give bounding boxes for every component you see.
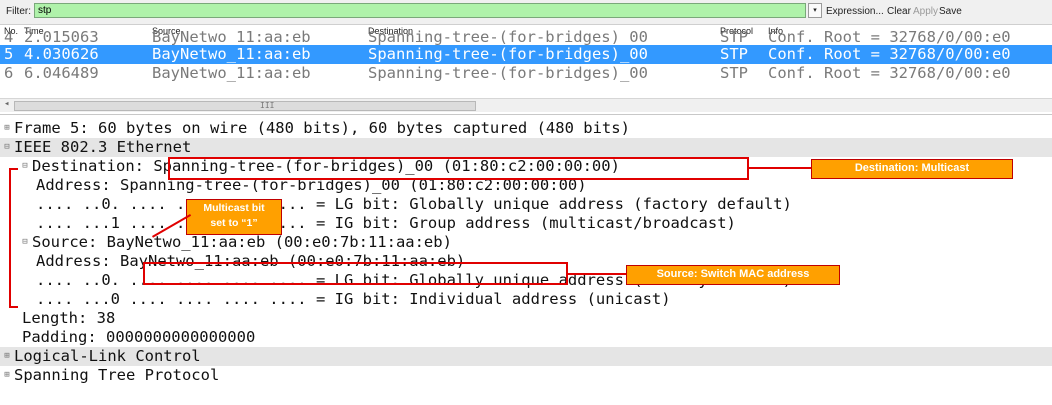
tree-row-source[interactable]: ⊟ Source: BayNetwo_11:aa:eb (00:e0:7b:11:…: [18, 233, 1052, 252]
collapse-icon[interactable]: ⊟: [0, 138, 14, 157]
tree-row-text: Source: BayNetwo_11:aa:eb (00:e0:7b:11:a…: [32, 233, 452, 251]
packet-time: 4.030626: [24, 45, 99, 63]
tree-row-text: .... ...0 .... .... .... .... = IG bit: …: [36, 290, 671, 308]
packet-protocol: STP: [720, 45, 748, 63]
tree-row-ethernet[interactable]: ⊟ IEEE 802.3 Ethernet: [0, 138, 1052, 157]
filter-label: Filter:: [6, 6, 31, 17]
packet-info: Conf. Root = 32768/0/00:e0: [768, 64, 1011, 82]
packet-source: BayNetwo_11:aa:eb: [152, 45, 311, 63]
packet-destination: Spanning-tree-(for-bridges)_00: [368, 64, 648, 82]
tree-row-src-ig-bit[interactable]: .... ...0 .... .... .... .... = IG bit: …: [36, 290, 1052, 309]
packet-protocol: STP: [720, 64, 748, 82]
packet-no: 5: [4, 45, 14, 63]
scrollbar-thumb[interactable]: III: [14, 101, 476, 111]
filter-toolbar: Filter: ▾ Expression... Clear Apply Save: [0, 0, 1052, 25]
tree-row-frame[interactable]: ⊞ Frame 5: 60 bytes on wire (480 bits), 6…: [0, 119, 1052, 138]
tree-row-text: .... ...1 .... .... .... .... = IG bit: …: [36, 214, 736, 232]
scrollbar-grip: III: [260, 101, 275, 110]
packet-row-selected[interactable]: 5 4.030626 BayNetwo_11:aa:eb Spanning-tr…: [0, 45, 1052, 64]
source-callout-line: [568, 273, 626, 275]
expand-icon[interactable]: ⊞: [0, 119, 14, 138]
tree-row-stp[interactable]: ⊞ Spanning Tree Protocol: [0, 366, 1052, 385]
ethernet-bracket-bottom: [9, 306, 18, 308]
expand-icon[interactable]: ⊞: [0, 347, 14, 366]
packet-list: No. Time Source Destination Protocol Inf…: [0, 25, 1052, 114]
horizontal-scrollbar[interactable]: ◂ III: [0, 98, 1052, 112]
source-highlight-box: [143, 262, 568, 285]
scroll-left-icon[interactable]: ◂: [4, 99, 9, 109]
filter-input[interactable]: [34, 3, 806, 18]
ethernet-bracket: [9, 168, 11, 308]
tree-row-text: Length: 38: [22, 309, 116, 327]
collapse-icon[interactable]: ⊟: [18, 233, 32, 252]
apply-button[interactable]: Apply: [913, 6, 938, 17]
tree-row-length[interactable]: Length: 38: [22, 309, 1052, 328]
packet-row[interactable]: 6 6.046489 BayNetwo_11:aa:eb Spanning-tr…: [0, 64, 1052, 83]
multicast-bit-callout-line1: Multicast bit: [203, 202, 265, 214]
ethernet-bracket-top: [9, 168, 18, 170]
filter-dropdown-icon[interactable]: ▾: [808, 3, 822, 18]
tree-row-padding[interactable]: Padding: 0000000000000000: [22, 328, 1052, 347]
packet-source: BayNetwo_11:aa:eb: [152, 64, 311, 82]
packet-no: 6: [4, 64, 14, 82]
tree-row-text: Logical-Link Control: [14, 347, 201, 365]
packet-time: 6.046489: [24, 64, 99, 82]
multicast-bit-callout: Multicast bit set to “1”: [186, 199, 282, 235]
tree-row-text: Spanning Tree Protocol: [14, 366, 220, 384]
destination-callout-line: [749, 167, 811, 169]
tree-row-text: Padding: 0000000000000000: [22, 328, 256, 346]
destination-highlight-box: [168, 157, 749, 180]
multicast-bit-callout-line2: set to “1”: [210, 217, 258, 229]
tree-row-text: .... ..0. .... .... .... .... = LG bit: …: [36, 195, 792, 213]
expand-icon[interactable]: ⊞: [0, 366, 14, 385]
tree-row-llc[interactable]: ⊞ Logical-Link Control: [0, 347, 1052, 366]
save-button[interactable]: Save: [939, 6, 962, 17]
tree-row-text: IEEE 802.3 Ethernet: [14, 138, 192, 156]
packet-info: Conf. Root = 32768/0/00:e0: [768, 45, 1011, 63]
source-callout: Source: Switch MAC address: [626, 265, 840, 285]
collapse-icon[interactable]: ⊟: [18, 157, 32, 176]
packet-destination: Spanning-tree-(for-bridges)_00: [368, 45, 648, 63]
tree-row-text: Frame 5: 60 bytes on wire (480 bits), 60…: [14, 119, 630, 137]
destination-callout: Destination: Multicast: [811, 159, 1013, 179]
expression-button[interactable]: Expression...: [826, 6, 884, 17]
clear-button[interactable]: Clear: [887, 6, 911, 17]
